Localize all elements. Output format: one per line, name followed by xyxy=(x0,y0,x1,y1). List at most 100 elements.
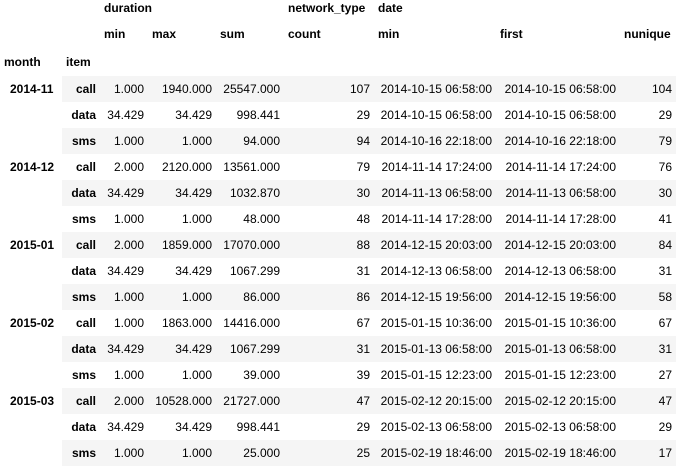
cell-duration-sum: 1067.299 xyxy=(229,264,280,278)
cell-duration-sum: 39.000 xyxy=(243,368,280,382)
table-row: data 34.429 34.429 1067.299 31 2015-01-13 06:… xyxy=(0,336,676,362)
item-label: call xyxy=(75,316,96,330)
month-label: 2015-01 xyxy=(0,232,62,310)
cell-duration-sum: 14416.000 xyxy=(223,316,280,330)
item-label: sms xyxy=(71,368,96,382)
cell-duration-min: 34.429 xyxy=(107,420,144,434)
cell-duration-min: 34.429 xyxy=(107,264,144,278)
cell-date-first: 2015-01-13 06:58:00 xyxy=(496,336,620,362)
header-duration-max: max xyxy=(152,27,177,41)
cell-date-first: 2014-12-13 06:58:00 xyxy=(504,264,616,278)
cell-date-min: 2014-11-13 06:58:00 xyxy=(374,180,496,206)
cell-network-type-count: 31 xyxy=(284,336,374,362)
header-group-duration: duration xyxy=(104,1,152,15)
cell-duration-min: 2.000 xyxy=(100,232,148,258)
cell-duration-min: 1.000 xyxy=(100,76,148,102)
item-label: call xyxy=(62,232,100,258)
item-label: sms xyxy=(62,284,100,310)
cell-network-type-count: 29 xyxy=(356,420,370,434)
header-row-aggregations: min max sum count min first nunique xyxy=(0,20,676,48)
cell-date-nunique: 76 xyxy=(658,160,672,174)
cell-network-type-count: 79 xyxy=(356,160,370,174)
table-row: data 34.429 34.429 1032.870 30 2014-11-13 06:… xyxy=(0,180,676,206)
table-row: 2015-03 call 2.000 10528.000 21727.000 47 2015… xyxy=(0,388,676,466)
cell-date-nunique: 79 xyxy=(620,128,676,154)
cell-date-min: 2014-10-15 06:58:00 xyxy=(374,76,496,102)
cell-date-nunique: 47 xyxy=(620,388,676,414)
table-row: 2014-11 call 1.000 1940.000 25547.000 107 2014… xyxy=(0,76,676,154)
cell-date-first: 2014-12-15 19:56:00 xyxy=(496,284,620,310)
cell-network-type-count: 48 xyxy=(356,212,370,226)
cell-duration-max: 34.429 xyxy=(148,336,216,362)
cell-duration-max: 1.000 xyxy=(148,440,216,466)
cell-date-min: 2015-01-15 12:23:00 xyxy=(380,368,492,382)
header-date-nunique: nunique xyxy=(624,27,671,41)
header-row-index-names: month item xyxy=(0,48,676,76)
cell-date-min: 2014-10-15 06:58:00 xyxy=(380,108,492,122)
cell-duration-max: 1940.000 xyxy=(148,76,216,102)
cell-duration-max: 1.000 xyxy=(148,284,216,310)
cell-duration-sum: 25.000 xyxy=(216,440,284,466)
header-group-date: date xyxy=(378,1,403,15)
cell-date-first: 2014-10-15 06:58:00 xyxy=(504,108,616,122)
cell-duration-max: 1863.000 xyxy=(161,316,212,330)
cell-network-type-count: 39 xyxy=(356,368,370,382)
cell-duration-sum: 1067.299 xyxy=(216,336,284,362)
cell-date-first: 2014-10-16 22:18:00 xyxy=(496,128,620,154)
dataframe-table: duration network_type date min max sum c… xyxy=(0,0,676,466)
cell-duration-sum: 1032.870 xyxy=(216,180,284,206)
cell-network-type-count: 31 xyxy=(356,264,370,278)
item-label: sms xyxy=(62,440,100,466)
cell-network-type-count: 94 xyxy=(284,128,374,154)
table-row: sms 1.000 1.000 25.000 25 2015-02-19 18:46:00… xyxy=(0,440,676,466)
cell-date-first: 2014-11-13 06:58:00 xyxy=(496,180,620,206)
item-label: data xyxy=(62,180,100,206)
cell-date-nunique: 84 xyxy=(620,232,676,258)
month-label: 2015-03 xyxy=(0,388,62,466)
cell-date-first: 2015-02-12 20:15:00 xyxy=(496,388,620,414)
cell-date-min: 2015-01-13 06:58:00 xyxy=(374,336,496,362)
cell-duration-min: 34.429 xyxy=(100,336,148,362)
cell-date-nunique: 17 xyxy=(620,440,676,466)
cell-network-type-count: 88 xyxy=(284,232,374,258)
cell-duration-max: 34.429 xyxy=(148,180,216,206)
cell-duration-max: 34.429 xyxy=(175,108,212,122)
cell-date-first: 2014-10-15 06:58:00 xyxy=(496,76,620,102)
header-group-network-type: network_type xyxy=(288,1,366,15)
item-label: call xyxy=(62,76,100,102)
cell-date-min: 2015-01-15 10:36:00 xyxy=(380,316,492,330)
cell-duration-sum: 86.000 xyxy=(216,284,284,310)
cell-date-nunique: 30 xyxy=(620,180,676,206)
cell-duration-min: 2.000 xyxy=(113,160,144,174)
cell-network-type-count: 25 xyxy=(284,440,374,466)
cell-duration-sum: 48.000 xyxy=(243,212,280,226)
month-label: 2015-02 xyxy=(0,310,62,388)
item-label: call xyxy=(75,160,96,174)
cell-duration-sum: 13561.000 xyxy=(223,160,280,174)
cell-network-type-count: 86 xyxy=(284,284,374,310)
cell-network-type-count: 30 xyxy=(284,180,374,206)
item-label: data xyxy=(62,336,100,362)
index-name-item: item xyxy=(66,55,91,69)
cell-date-nunique: 58 xyxy=(620,284,676,310)
cell-duration-sum: 94.000 xyxy=(216,128,284,154)
header-network-type-count: count xyxy=(288,27,321,41)
cell-duration-min: 1.000 xyxy=(100,440,148,466)
table-row: data 34.429 34.429 1067.299 31 2014-12-13 06:… xyxy=(0,258,676,284)
cell-network-type-count: 107 xyxy=(284,76,374,102)
cell-duration-max: 1.000 xyxy=(181,368,212,382)
cell-date-nunique: 41 xyxy=(658,212,672,226)
item-label: call xyxy=(62,388,100,414)
item-label: sms xyxy=(71,212,96,226)
cell-date-min: 2014-10-16 22:18:00 xyxy=(374,128,496,154)
item-label: data xyxy=(71,108,96,122)
cell-duration-max: 34.429 xyxy=(175,264,212,278)
item-label: data xyxy=(71,420,96,434)
cell-date-nunique: 104 xyxy=(620,76,676,102)
table-row: sms 1.000 1.000 48.000 48 2014-11-14 17:28:00… xyxy=(0,206,676,232)
cell-date-first: 2014-11-14 17:24:00 xyxy=(505,160,616,174)
cell-date-first: 2015-02-13 06:58:00 xyxy=(504,420,616,434)
cell-date-min: 2014-11-14 17:28:00 xyxy=(381,212,492,226)
cell-duration-sum: 998.441 xyxy=(236,420,280,434)
header-row-groups: duration network_type date xyxy=(0,0,676,20)
